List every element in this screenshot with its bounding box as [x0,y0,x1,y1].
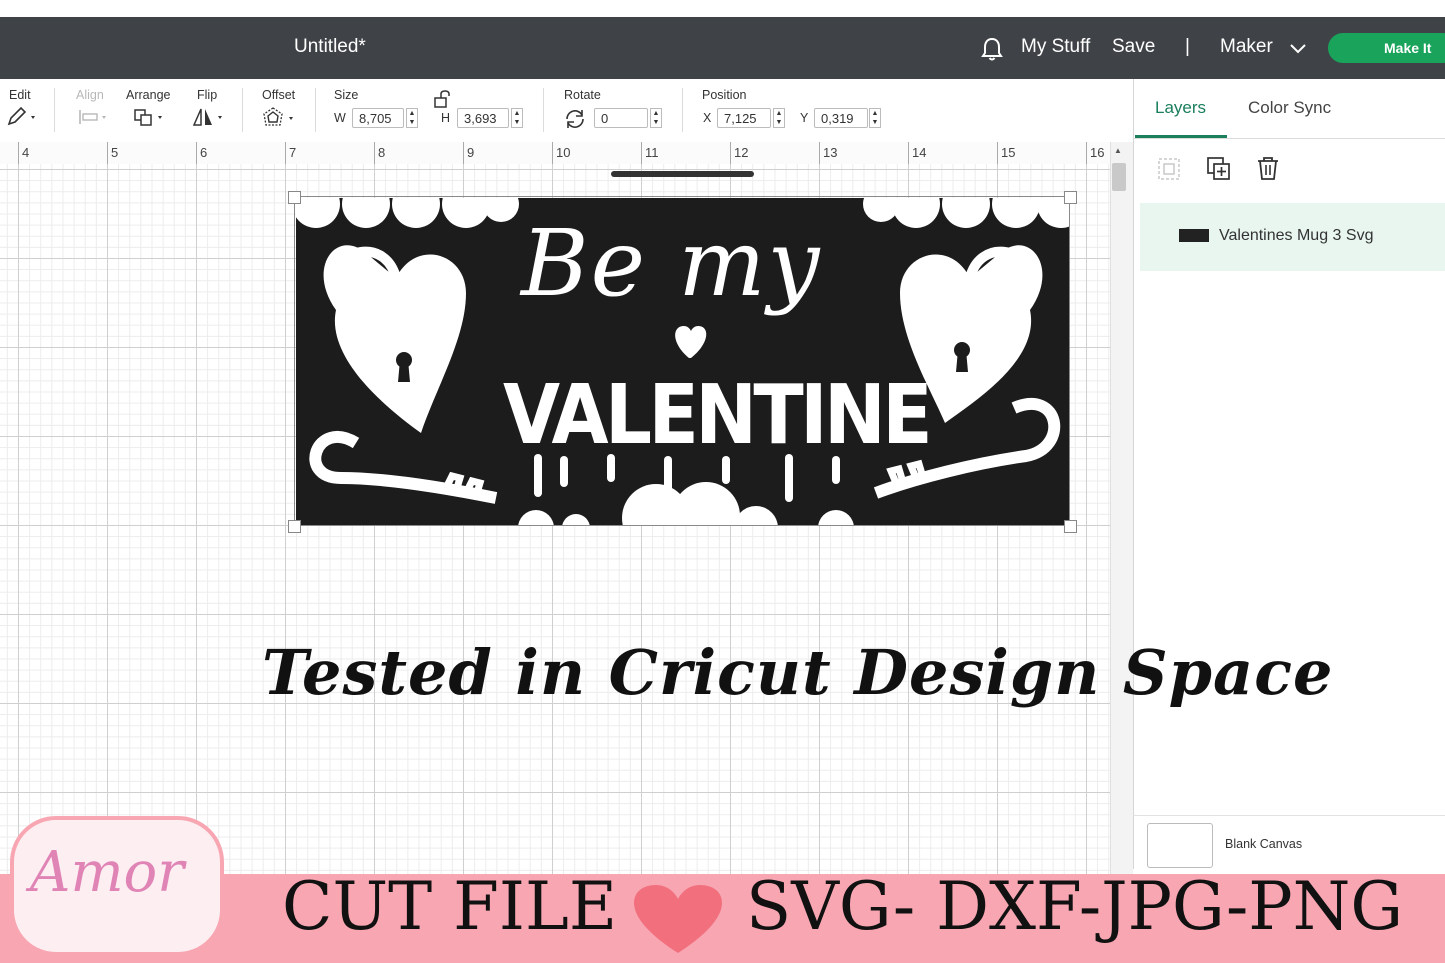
layer-thumbnail [1179,229,1209,242]
rotate-label: Rotate [564,88,601,102]
width-label: W [334,111,346,125]
align-icon [77,106,111,133]
edit-label: Edit [9,88,31,102]
banner-cut-file: CUT FILE [282,868,617,945]
blank-canvas-swatch[interactable] [1147,823,1213,868]
ruler-tick-label: 14 [912,145,927,160]
y-field[interactable]: 0,319 [814,108,868,128]
ruler-tick-mark [730,142,731,164]
ruler-tick-label: 6 [200,145,208,160]
ruler-tick-mark [1086,142,1087,164]
ruler-tick-label: 8 [378,145,386,160]
ruler-tick-label: 11 [645,145,659,160]
ruler-tick-mark [18,142,19,164]
resize-handle[interactable] [1064,191,1077,204]
my-stuff-link[interactable]: My Stuff [1021,36,1090,58]
y-label: Y [800,111,809,125]
resize-handle[interactable] [1064,520,1077,533]
bell-icon[interactable] [980,36,1004,67]
document-title[interactable]: Untitled* [294,36,366,58]
ruler-tick-mark [819,142,820,164]
width-field[interactable]: 8,705 [352,108,404,128]
arrange-icon[interactable] [133,106,169,133]
make-it-button[interactable]: Make It [1328,33,1445,63]
resize-handle[interactable] [288,191,301,204]
ruler-tick-label: 16 [1090,145,1105,160]
selection-box [294,196,1070,526]
vertical-scrollbar[interactable] [1110,142,1133,874]
tab-color-sync[interactable]: Color Sync [1248,98,1331,118]
ruler-tick-mark [997,142,998,164]
toolbar-divider [315,88,316,132]
header-separator: | [1185,36,1190,57]
height-stepper[interactable]: ▲ ▼ [511,108,523,128]
chevron-down-icon[interactable] [1289,41,1307,59]
brand-logo: Amor [30,840,185,905]
flip-label: Flip [197,88,218,102]
ruler-tick-mark [374,142,375,164]
layers-panel [1133,79,1445,869]
ruler-tick-mark [552,142,553,164]
rotate-stepper[interactable]: ▲ ▼ [650,108,662,128]
width-stepper[interactable]: ▲ ▼ [406,108,418,128]
flip-icon[interactable] [192,106,228,133]
layer-name[interactable]: Valentines Mug 3 Svg [1219,227,1373,245]
ruler-tick-mark [285,142,286,164]
rotate-icon[interactable] [563,108,587,135]
toolbar-divider [543,88,544,132]
x-label: X [703,111,712,125]
scroll-up-arrow[interactable]: ▲ [1114,146,1122,155]
height-field[interactable]: 3,693 [457,108,509,128]
ruler-tick-label: 10 [556,145,571,160]
heart-icon [632,885,724,960]
panel-divider [1133,138,1445,139]
ruler-tick-label: 13 [823,145,838,160]
canvas-collapse-handle[interactable] [611,171,754,177]
blank-canvas-label: Blank Canvas [1225,837,1303,851]
x-field[interactable]: 7,125 [717,108,771,128]
ruler-tick-mark [107,142,108,164]
ruler-tick-label: 15 [1001,145,1016,160]
position-label: Position [702,88,747,102]
panel-divider [1133,815,1445,816]
tested-caption: Tested in Cricut Design Space [262,636,1334,709]
duplicate-icon[interactable] [1206,156,1232,187]
ruler-tick-label: 9 [467,145,475,160]
size-label: Size [334,88,359,102]
ruler-tick-label: 7 [289,145,297,160]
banner-formats: SVG- DXF-JPG-PNG [746,868,1404,945]
ruler-tick-mark [196,142,197,164]
pencil-icon[interactable] [6,106,40,133]
y-stepper[interactable]: ▲ ▼ [869,108,881,128]
toolbar-divider [54,88,55,132]
lock-icon[interactable] [432,90,454,113]
align-label: Align [76,88,104,102]
ruler-tick-label: 12 [734,145,749,160]
resize-handle[interactable] [288,520,301,533]
ruler-tick-mark [908,142,909,164]
tab-layers[interactable]: Layers [1155,98,1206,118]
trash-icon[interactable] [1256,156,1280,187]
save-button[interactable]: Save [1112,36,1155,58]
toolbar-divider [682,88,683,132]
group-icon [1157,157,1181,186]
ruler-tick-mark [641,142,642,164]
rotate-field[interactable]: 0 [594,108,648,128]
offset-icon[interactable] [262,106,300,135]
arrange-label: Arrange [126,88,171,102]
machine-select[interactable]: Maker [1220,36,1273,58]
x-stepper[interactable]: ▲ ▼ [773,108,785,128]
scrollbar-thumb[interactable] [1112,163,1126,191]
toolbar-divider [242,88,243,132]
horizontal-ruler [0,142,1110,165]
ruler-tick-mark [463,142,464,164]
ruler-tick-label: 5 [111,145,119,160]
offset-label: Offset [262,88,296,102]
height-label: H [441,111,451,125]
ruler-tick-label: 4 [22,145,30,160]
